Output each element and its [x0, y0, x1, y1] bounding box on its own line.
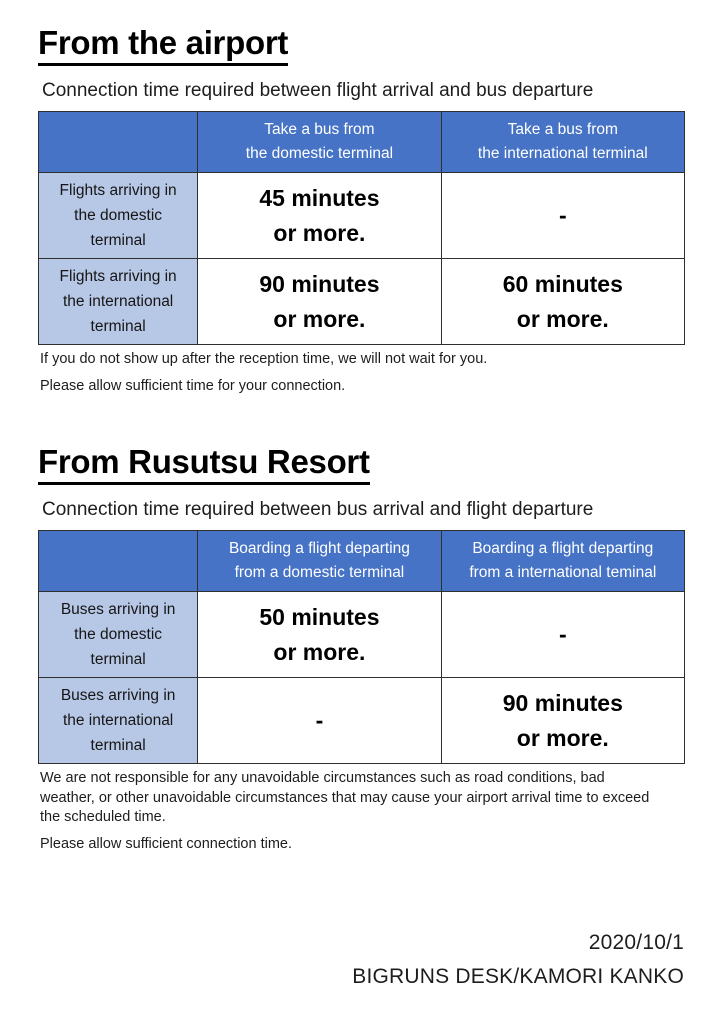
column-header-line1: Take a bus from: [507, 121, 618, 139]
cell-international-to-domestic: 90 minutes or more.: [197, 258, 442, 346]
footer-organization: BIGRUNS DESK/KAMORI KANKO: [352, 964, 684, 988]
row-label-line3: terminal: [90, 318, 146, 336]
section-heading-rusutsu: From Rusutsu Resort: [38, 445, 370, 485]
cell-bus-international-to-international: 90 minutes or more.: [440, 677, 686, 765]
cell-domestic-to-domestic: 45 minutes or more.: [197, 172, 442, 260]
row-label-line3: terminal: [90, 232, 146, 250]
row-label-line2: the domestic: [74, 207, 163, 225]
cell-value-line1: -: [315, 707, 324, 734]
cell-bus-domestic-to-domestic: 50 minutes or more.: [197, 591, 442, 679]
section-heading-airport: From the airport: [38, 25, 288, 66]
column-header-line1: Boarding a flight departing: [228, 540, 410, 558]
row-label-flights-domestic: Flights arriving in the domestic termina…: [37, 172, 199, 260]
cell-value-line1: 60 minutes: [502, 270, 623, 297]
column-header-international-bus: Take a bus from the international termin…: [440, 111, 686, 174]
table-row: Buses arriving in the domestic terminal …: [37, 591, 686, 679]
cell-bus-domestic-to-international: -: [440, 591, 686, 679]
table-corner-cell: [37, 530, 199, 593]
rusutsu-connection-table: Boarding a flight departing from a domes…: [37, 530, 686, 765]
row-label-buses-international: Buses arriving in the international term…: [37, 677, 199, 765]
notes-rusutsu: We are not responsible for any unavoidab…: [40, 769, 686, 854]
section-airport: From the airport: [38, 0, 686, 66]
column-header-domestic-bus: Take a bus from the domestic terminal: [197, 111, 442, 174]
row-label-buses-domestic: Buses arriving in the domestic terminal: [37, 591, 199, 679]
cell-value-line1: 90 minutes: [502, 689, 623, 716]
table-header-row: Take a bus from the domestic terminal Ta…: [37, 111, 686, 174]
row-label-line2: the international: [62, 293, 174, 311]
table-row: Flights arriving in the international te…: [37, 258, 686, 346]
footer-date: 2020/10/1: [588, 930, 684, 954]
cell-value-line2: or more.: [516, 724, 609, 751]
cell-international-to-international: 60 minutes or more.: [440, 258, 686, 346]
row-label-flights-international: Flights arriving in the international te…: [37, 258, 199, 346]
table-row: Flights arriving in the domestic termina…: [37, 172, 686, 260]
note-text: We are not responsible for any unavoidab…: [40, 770, 650, 826]
airport-connection-table: Take a bus from the domestic terminal Ta…: [37, 111, 686, 346]
row-label-line1: Flights arriving in: [59, 181, 177, 199]
column-header-line1: Take a bus from: [264, 121, 375, 139]
row-label-line2: the domestic: [74, 626, 163, 644]
column-header-line2: the domestic terminal: [245, 145, 394, 163]
section-subtitle-airport: Connection time required between flight …: [42, 79, 594, 101]
table-header-row: Boarding a flight departing from a domes…: [37, 530, 686, 593]
section-subtitle-rusutsu: Connection time required between bus arr…: [42, 498, 594, 520]
column-header-line1: Boarding a flight departing: [472, 540, 654, 558]
cell-value-line2: or more.: [273, 305, 366, 332]
row-label-line1: Buses arriving in: [60, 601, 176, 619]
row-label-line2: the international: [62, 712, 174, 730]
notes-airport: If you do not show up after the receptio…: [40, 350, 686, 396]
table-header-rusutsu: Boarding a flight departing from a domes…: [37, 530, 686, 593]
cell-value-line2: or more.: [273, 219, 366, 246]
column-header-line2: from a international teminal: [469, 564, 657, 582]
table-body-rusutsu: Buses arriving in the domestic terminal …: [37, 591, 686, 765]
cell-bus-international-to-domestic: -: [197, 677, 442, 765]
document-footer: 2020/10/1 BIGRUNS DESK/KAMORI KANKO: [352, 926, 684, 994]
cell-value-line1: 45 minutes: [259, 184, 380, 211]
column-header-line2: from a domestic terminal: [234, 564, 405, 582]
note-text: Please allow sufficient time for your co…: [40, 377, 346, 394]
row-label-line3: terminal: [90, 737, 146, 755]
document-page: From the airport Connection time require…: [0, 0, 724, 1024]
section-rusutsu: From Rusutsu Resort: [38, 403, 686, 485]
cell-value-line2: or more.: [273, 638, 366, 665]
cell-value-line2: or more.: [516, 305, 609, 332]
cell-domestic-to-international: -: [440, 172, 686, 260]
table-corner-cell: [37, 111, 199, 174]
row-label-line3: terminal: [90, 651, 146, 669]
cell-value-line1: 50 minutes: [259, 603, 380, 630]
row-label-line1: Buses arriving in: [60, 687, 176, 705]
note-text: Please allow sufficient connection time.: [40, 836, 293, 853]
column-header-line2: the international terminal: [477, 145, 648, 163]
column-header-international-flight: Boarding a flight departing from a inter…: [440, 530, 686, 593]
row-label-line1: Flights arriving in: [59, 267, 177, 285]
table-header-airport: Take a bus from the domestic terminal Ta…: [37, 111, 686, 174]
table-body-airport: Flights arriving in the domestic termina…: [37, 172, 686, 346]
note-text: If you do not show up after the receptio…: [40, 351, 488, 368]
cell-value-line1: 90 minutes: [259, 270, 380, 297]
column-header-domestic-flight: Boarding a flight departing from a domes…: [197, 530, 442, 593]
cell-value-line1: -: [558, 621, 567, 648]
table-row: Buses arriving in the international term…: [37, 677, 686, 765]
cell-value-line1: -: [558, 202, 567, 229]
